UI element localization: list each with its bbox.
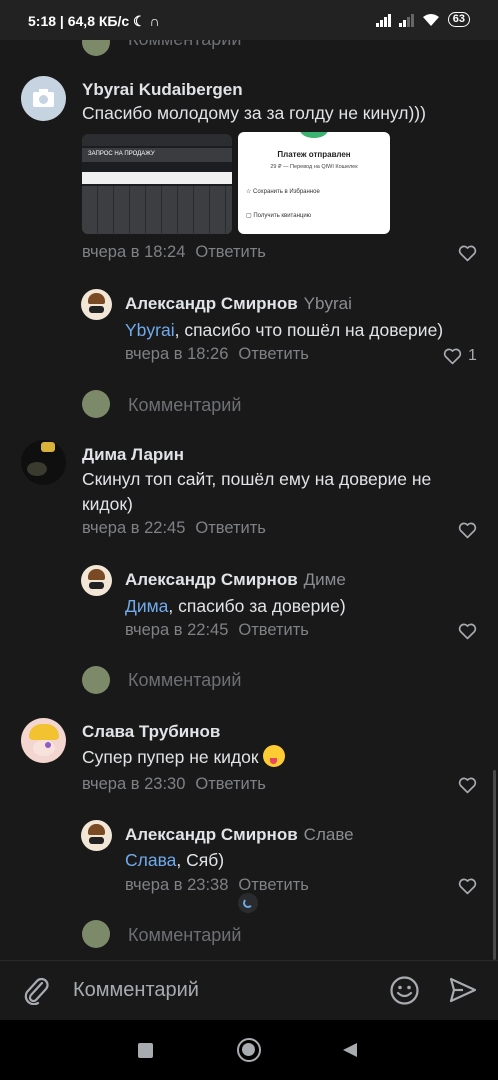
attachment-1-title: ЗАПРОС НА ПРОДАЖУ — [82, 148, 232, 162]
like-button[interactable] — [458, 623, 477, 640]
heart-icon — [458, 623, 477, 640]
heart-icon — [458, 777, 477, 794]
reply-button[interactable]: Ответить — [238, 345, 309, 363]
comment-meta: вчера в 22:45 Ответить — [82, 519, 266, 538]
scrollbar[interactable] — [493, 770, 496, 960]
reply-addressee: Диме — [303, 570, 346, 589]
own-avatar — [82, 920, 110, 948]
heart-icon — [458, 878, 477, 895]
battery-icon: 63 — [447, 12, 470, 27]
comment-date: вчера в 22:45 — [82, 519, 186, 537]
reply-date: вчера в 23:38 — [125, 876, 229, 894]
reply-author[interactable]: Александр Смирнов Ybyrai — [125, 294, 352, 314]
payment-save: ☆ Сохранить в Избранное — [246, 189, 320, 195]
reply-meta: вчера в 22:45 Ответить — [125, 621, 309, 640]
reply-button[interactable]: Ответить — [195, 243, 266, 261]
comment-input-bar: Комментарий — [0, 960, 498, 1020]
payment-receipt: ▢ Получить квитанцию — [246, 213, 312, 219]
comment-meta: вчера в 18:24 Ответить — [82, 243, 266, 262]
own-avatar — [82, 666, 110, 694]
wifi-icon — [422, 13, 439, 26]
reply-author-avatar[interactable] — [81, 820, 112, 851]
moon-icon: ☾ — [133, 13, 146, 29]
like-button[interactable]: 1 — [443, 347, 477, 365]
camera-icon — [33, 89, 54, 107]
reply-addressee: Ybyrai — [303, 294, 352, 313]
comment-placeholder[interactable]: Комментарий — [128, 395, 241, 416]
comment-text: Спасибо молодому за за голду не кинул))) — [82, 103, 426, 123]
reply-date: вчера в 18:26 — [125, 345, 229, 363]
send-icon[interactable] — [449, 976, 477, 1004]
emoji-smile-icon[interactable] — [389, 975, 420, 1006]
reply-text: Ybyrai, спасибо что пошёл на доверие) — [125, 320, 444, 340]
reply-author-avatar[interactable] — [81, 289, 112, 320]
avatar-placeholder[interactable] — [21, 76, 66, 121]
reply-author[interactable]: Александр Смирнов Славе — [125, 825, 354, 845]
signal-2-icon — [398, 13, 414, 27]
comments-list[interactable]: Комментарий Ybyrai Kudaibergen Спасибо м… — [0, 40, 498, 960]
status-time: 5:18 — [28, 13, 57, 29]
reply-author[interactable]: Александр Смирнов Диме — [125, 570, 346, 590]
reply-button[interactable]: Ответить — [238, 876, 309, 894]
mention-link[interactable]: Ybyrai — [125, 320, 175, 340]
reply-addressee: Славе — [303, 825, 354, 844]
signal-icon — [375, 13, 391, 27]
status-bar: 5:18 | 64,8 КБ/с ☾ ∩ 63 — [0, 0, 498, 40]
back-button[interactable] — [342, 1042, 358, 1058]
like-button[interactable] — [458, 522, 477, 539]
own-avatar — [82, 40, 110, 56]
headphones-icon: ∩ — [149, 13, 160, 29]
comment-input[interactable]: Комментарий — [73, 979, 199, 1002]
reply-button[interactable]: Ответить — [195, 775, 266, 793]
comment-date: вчера в 23:30 — [82, 775, 186, 793]
payment-title: Платеж отправлен — [277, 150, 351, 159]
attachment-image-1[interactable]: ЗАПРОС НА ПРОДАЖУ — [82, 134, 232, 234]
comment-meta: вчера в 23:30 Ответить — [82, 775, 266, 794]
system-nav-bar — [0, 1020, 498, 1080]
like-button[interactable] — [458, 245, 477, 262]
comment-placeholder[interactable]: Комментарий — [128, 925, 241, 946]
reply-meta: вчера в 18:26 Ответить — [125, 345, 309, 364]
reply-button[interactable]: Ответить — [195, 519, 266, 537]
heart-icon — [458, 522, 477, 539]
comment-text: Скинул топ сайт, пошёл ему на доверие не… — [82, 469, 432, 514]
heart-icon — [458, 245, 477, 262]
comment-author[interactable]: Дима Ларин — [82, 445, 184, 465]
like-button[interactable] — [458, 878, 477, 895]
comment-placeholder[interactable]: Комментарий — [128, 40, 241, 50]
reply-author-avatar[interactable] — [81, 565, 112, 596]
comment-placeholder[interactable]: Комментарий — [128, 670, 241, 691]
recent-apps-button[interactable] — [138, 1043, 153, 1058]
attachment-image-2[interactable]: Платеж отправлен 29 ₽ — Перевод на QIWI … — [238, 132, 390, 234]
comment-author[interactable]: Слава Трубинов — [82, 722, 220, 742]
winking-tongue-emoji-icon — [263, 745, 286, 767]
own-avatar — [82, 390, 110, 418]
reply-text: Слава, Сяб) — [125, 850, 225, 870]
like-count: 1 — [468, 347, 477, 364]
heart-icon — [443, 348, 462, 364]
mention-link[interactable]: Слава — [125, 850, 176, 870]
reply-meta: вчера в 23:38 Ответить — [125, 876, 309, 895]
comment-author[interactable]: Ybyrai Kudaibergen — [82, 80, 243, 100]
like-button[interactable] — [458, 777, 477, 794]
loading-spinner-icon — [238, 893, 258, 913]
reply-date: вчера в 22:45 — [125, 621, 229, 639]
reply-button[interactable]: Ответить — [238, 621, 309, 639]
commenter-avatar[interactable] — [21, 718, 66, 763]
payment-subtitle: 29 ₽ — Перевод на QIWI Кошелек — [270, 164, 358, 170]
comment-date: вчера в 18:24 — [82, 243, 186, 261]
mention-link[interactable]: Дима — [125, 596, 168, 616]
paperclip-icon[interactable] — [22, 975, 50, 1005]
home-button[interactable] — [237, 1038, 261, 1062]
comment-text: Супер пупер не кидок — [82, 745, 286, 770]
reply-text: Дима, спасибо за доверие) — [125, 596, 346, 616]
status-network-speed: 64,8 КБ/с — [67, 13, 130, 29]
commenter-avatar[interactable] — [21, 440, 66, 485]
